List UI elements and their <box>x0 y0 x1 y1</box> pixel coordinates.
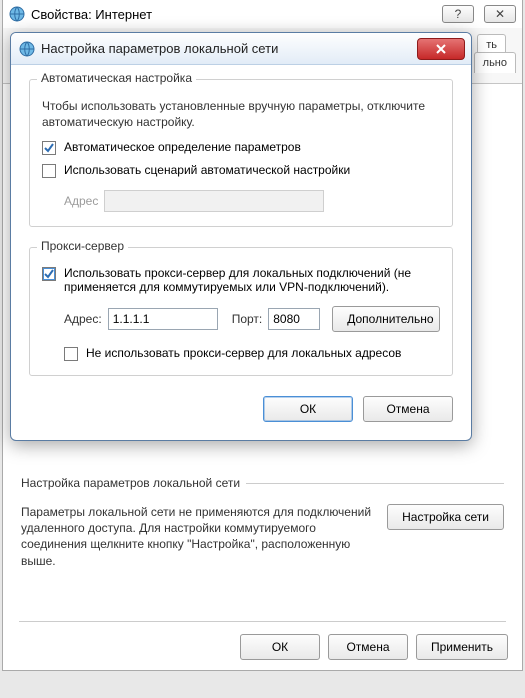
back-titlebar: Свойства: Интернет ? ✕ <box>3 0 522 28</box>
proxy-advanced-button[interactable]: Дополнительно <box>332 306 440 332</box>
globe-icon <box>9 6 25 22</box>
use-proxy-checkbox[interactable] <box>42 267 56 281</box>
back-close-button[interactable]: ✕ <box>484 5 516 23</box>
globe-icon <box>19 41 35 57</box>
lan-dialog-title: Настройка параметров локальной сети <box>41 41 278 56</box>
proxy-legend: Прокси-сервер <box>37 239 128 253</box>
script-address-input <box>104 190 324 212</box>
auto-config-note: Чтобы использовать установленные вручную… <box>42 98 440 130</box>
check-icon <box>44 143 54 153</box>
auto-config-legend: Автоматическая настройка <box>37 71 196 85</box>
lan-ok-button[interactable]: ОК <box>263 396 353 422</box>
proxy-port-input[interactable] <box>268 308 320 330</box>
lan-cancel-button[interactable]: Отмена <box>363 396 453 422</box>
back-window-title: Свойства: Интернет <box>31 7 152 22</box>
divider <box>19 621 506 622</box>
script-address-label: Адрес <box>64 194 98 208</box>
lan-dialog-titlebar: Настройка параметров локальной сети <box>11 33 471 65</box>
close-icon <box>435 43 447 55</box>
back-cancel-button[interactable]: Отмена <box>328 634 408 660</box>
auto-detect-label: Автоматическое определение параметров <box>64 140 301 154</box>
lan-section-header: Настройка параметров локальной сети <box>21 476 504 490</box>
use-script-checkbox[interactable] <box>42 164 56 178</box>
lan-settings-dialog: Настройка параметров локальной сети Авто… <box>10 32 472 441</box>
divider <box>246 483 504 484</box>
proxy-port-label: Порт: <box>232 312 263 326</box>
lan-section-title: Настройка параметров локальной сети <box>21 476 240 490</box>
check-icon <box>44 269 54 279</box>
proxy-group: Прокси-сервер Использовать прокси-сервер… <box>29 247 453 376</box>
auto-config-group: Автоматическая настройка Чтобы использов… <box>29 79 453 227</box>
use-script-label: Использовать сценарий автоматической нас… <box>64 163 350 177</box>
proxy-address-label: Адрес: <box>64 312 102 326</box>
bypass-local-checkbox[interactable] <box>64 347 78 361</box>
bypass-local-label: Не использовать прокси-сервер для локаль… <box>86 346 401 360</box>
proxy-address-input[interactable] <box>108 308 218 330</box>
lan-dialog-close-button[interactable] <box>417 38 465 60</box>
use-proxy-label: Использовать прокси-сервер для локальных… <box>64 266 440 294</box>
lan-settings-button[interactable]: Настройка сети <box>387 504 504 530</box>
lan-description: Параметры локальной сети не применяются … <box>21 504 375 569</box>
tab-fragment-2[interactable]: льно <box>474 52 516 73</box>
back-ok-button[interactable]: ОК <box>240 634 320 660</box>
back-apply-button[interactable]: Применить <box>416 634 508 660</box>
back-help-button[interactable]: ? <box>442 5 474 23</box>
auto-detect-checkbox[interactable] <box>42 141 56 155</box>
